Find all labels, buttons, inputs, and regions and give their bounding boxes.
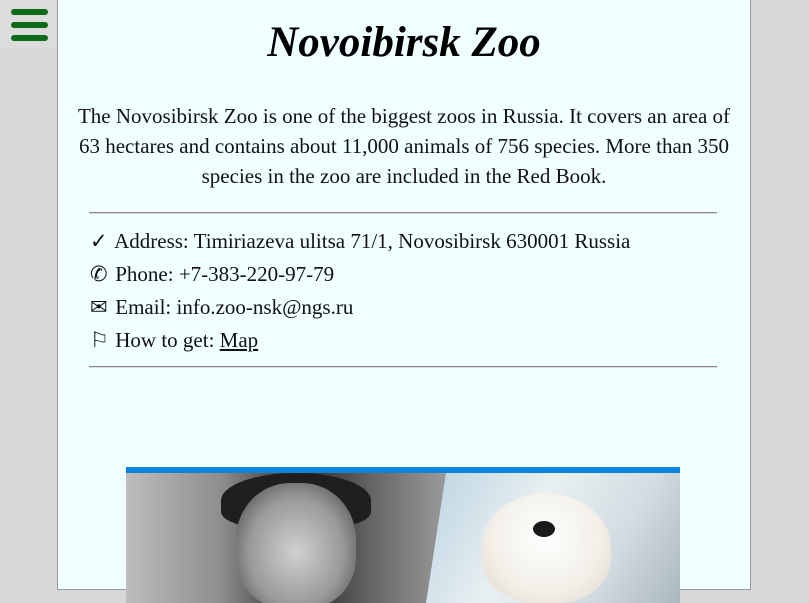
directions-label: How to get: [115, 328, 215, 352]
address-item: ✓ Address: Timiriazeva ulitsa 71/1, Novo… [90, 225, 630, 258]
phone-icon: ✆ [90, 262, 108, 286]
email-value: info.zoo-nsk@ngs.ru [176, 295, 354, 319]
content-panel: Novoibirsk Zoo The Novosibirsk Zoo is on… [57, 0, 751, 603]
flag-icon: ⚐ [90, 328, 109, 352]
zoo-photo-banner [126, 467, 680, 603]
check-icon: ✓ [90, 229, 108, 253]
contact-info-list: ✓ Address: Timiriazeva ulitsa 71/1, Novo… [90, 225, 630, 357]
phone-value: +7-383-220-97-79 [178, 262, 335, 286]
phone-label: Phone: [115, 262, 174, 286]
page-title: Novoibirsk Zoo [267, 19, 541, 66]
phone-item: ✆ Phone: +7-383-220-97-79 [90, 258, 630, 291]
photo-bear-nose [533, 521, 555, 537]
menu-button[interactable] [0, 0, 57, 48]
address-value: Timiriazeva ulitsa 71/1, Novosibirsk 630… [193, 229, 631, 253]
photo-man-face [236, 483, 356, 603]
email-item: ✉ Email: info.zoo-nsk@ngs.ru [90, 291, 630, 324]
divider-top [89, 212, 717, 214]
map-link[interactable]: Map [220, 328, 259, 352]
intro-paragraph: The Novosibirsk Zoo is one of the bigges… [77, 104, 731, 188]
divider-bottom [89, 366, 717, 368]
envelope-icon: ✉ [90, 295, 108, 319]
email-label: Email: [115, 295, 172, 319]
directions-item: ⚐ How to get: Map [90, 324, 630, 357]
address-label: Address: [114, 229, 189, 253]
photo-bear-head [481, 493, 611, 603]
